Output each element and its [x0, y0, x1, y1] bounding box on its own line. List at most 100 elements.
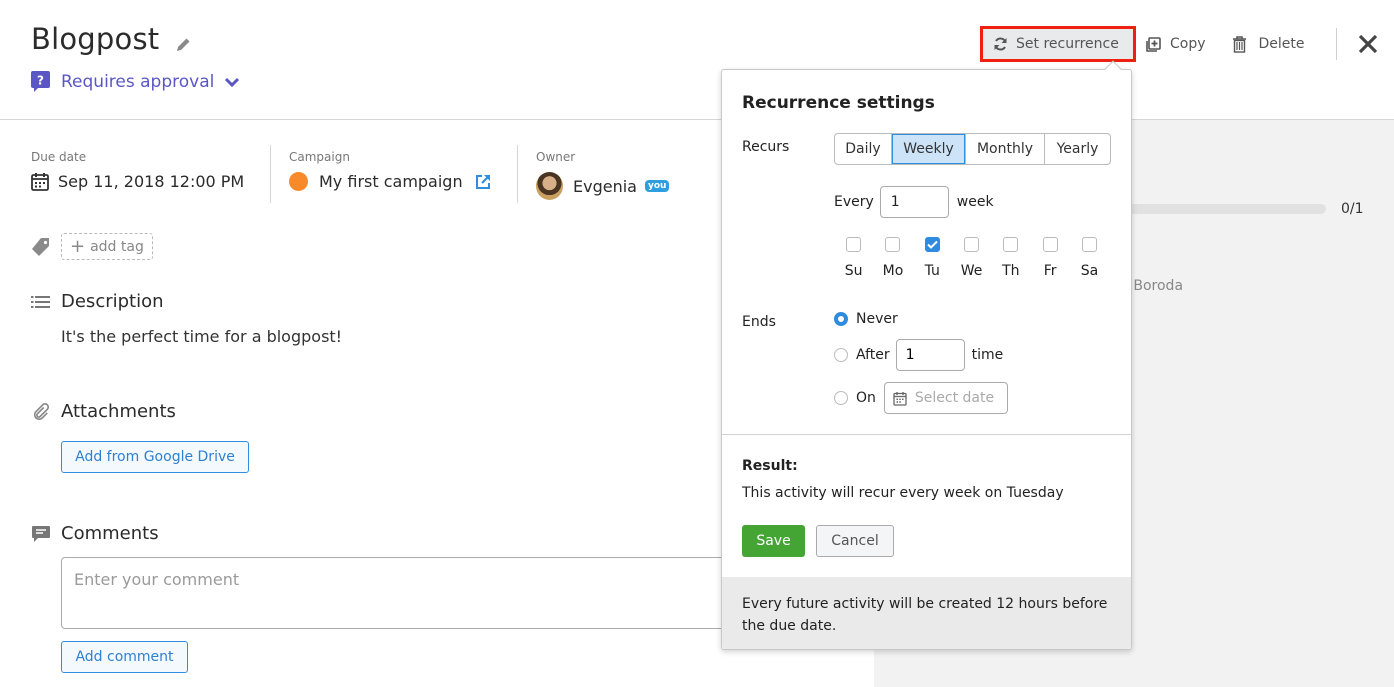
weekday-sunday: Su [834, 237, 873, 279]
refresh-icon [994, 37, 1007, 51]
weekday-label: Th [1002, 263, 1020, 279]
weekday-label: Mo [882, 263, 904, 279]
calendar-icon [893, 391, 907, 406]
weekday-friday: Fr [1030, 237, 1069, 279]
task-title[interactable]: Blogpost [31, 22, 159, 56]
frequency-daily[interactable]: Daily [835, 134, 892, 164]
recurrence-footer-note: Every future activity will be created 12… [722, 577, 1131, 649]
comment-input[interactable] [62, 570, 750, 628]
copy-icon [1146, 36, 1161, 52]
description-text[interactable]: It's the perfect time for a blogpost! [61, 327, 342, 346]
task-meta-row: Due date Sep 11, 2018 12:00 PM Campaign … [31, 145, 737, 203]
ends-never-radio[interactable] [834, 312, 848, 326]
task-toolbar: Set recurrence Copy Delete [980, 26, 1379, 62]
save-button[interactable]: Save [742, 525, 805, 557]
every-interval-row: Every week [834, 186, 994, 218]
campaign-value[interactable]: My first campaign [319, 172, 463, 191]
weekday-checkbox[interactable] [924, 237, 940, 252]
ends-after-count-input[interactable] [895, 339, 965, 371]
toolbar-divider [1335, 28, 1337, 60]
weekday-checkbox[interactable] [1081, 237, 1097, 252]
weekday-checkbox[interactable] [1042, 237, 1058, 252]
comment-input-wrapper [61, 557, 751, 629]
recurrence-settings-popover: Recurrence settings Recurs Daily Weekly … [721, 60, 1132, 650]
external-link-icon[interactable] [475, 174, 491, 190]
copy-label: Copy [1170, 36, 1206, 52]
tag-icon [32, 237, 49, 256]
ends-on-date-placeholder: Select date [914, 390, 995, 406]
checkmark-icon [927, 240, 938, 249]
weekday-checkbox[interactable] [885, 237, 901, 252]
svg-text:?: ? [37, 74, 44, 88]
attachments-heading-text: Attachments [61, 401, 176, 422]
weekday-monday: Mo [873, 237, 912, 279]
ends-on-date-picker[interactable]: Select date [883, 382, 1008, 414]
campaign-field: Campaign My first campaign [270, 145, 517, 203]
calendar-icon [31, 173, 49, 191]
frequency-yearly[interactable]: Yearly [1045, 134, 1110, 164]
every-unit: week [956, 194, 994, 210]
approval-status-label: Requires approval [61, 71, 215, 92]
weekday-label: Tu [924, 263, 940, 279]
owner-field[interactable]: Owner Evgenia you [517, 145, 737, 203]
ends-never-option[interactable]: Never [834, 311, 898, 327]
avatar [536, 172, 563, 200]
weekday-label: Sa [1080, 263, 1099, 279]
ends-label: Ends [742, 314, 776, 330]
owner-value: Evgenia [573, 176, 637, 196]
task-header: Blogpost ? Requires approval Set recurre… [0, 0, 1394, 120]
weekday-tuesday: Tu [913, 237, 952, 279]
campaign-label: Campaign [289, 150, 350, 164]
cancel-button[interactable]: Cancel [816, 525, 894, 557]
popover-divider [722, 434, 1131, 435]
ends-on-option: On Select date [834, 382, 1008, 414]
close-icon[interactable] [1357, 33, 1379, 55]
copy-button[interactable]: Copy [1142, 26, 1214, 62]
add-tag-button[interactable]: + add tag [61, 233, 153, 260]
ends-after-label: After [856, 347, 890, 363]
plus-icon: + [70, 236, 86, 257]
result-text: This activity will recur every week on T… [742, 485, 1064, 501]
weekday-wednesday: We [952, 237, 991, 279]
approval-status-dropdown[interactable]: ? Requires approval [31, 71, 240, 92]
recurrence-frequency-selector: Daily Weekly Monthly Yearly [834, 133, 1111, 165]
comment-icon [32, 525, 50, 542]
weekday-checkbox[interactable] [846, 237, 862, 252]
add-tag-label: add tag [90, 238, 144, 255]
weekday-checkbox[interactable] [964, 237, 980, 252]
frequency-monthly[interactable]: Monthly [966, 134, 1045, 164]
recurrence-title: Recurrence settings [742, 93, 935, 113]
weekday-checkbox[interactable] [1003, 237, 1019, 252]
progress-count: 0/1 [1341, 201, 1364, 217]
set-recurrence-label: Set recurrence [1016, 36, 1119, 52]
every-interval-input[interactable] [879, 186, 949, 218]
recurs-label: Recurs [742, 139, 790, 155]
result-heading: Result: [742, 458, 798, 474]
pencil-icon[interactable] [175, 37, 191, 53]
paperclip-icon [33, 402, 50, 420]
weekday-thursday: Th [991, 237, 1030, 279]
delete-button[interactable]: Delete [1232, 26, 1305, 62]
weekday-label: We [960, 263, 983, 279]
you-badge: you [644, 180, 670, 192]
description-heading-text: Description [61, 291, 164, 312]
weekday-selector: Su Mo Tu We Th Fr Sa [834, 237, 1109, 279]
campaign-color-dot [289, 172, 308, 191]
due-date-field[interactable]: Due date Sep 11, 2018 12:00 PM [31, 145, 270, 203]
weekday-saturday: Sa [1070, 237, 1109, 279]
add-comment-button[interactable]: Add comment [61, 641, 188, 673]
ends-after-unit: time [971, 347, 1004, 363]
ends-on-radio[interactable] [834, 391, 848, 405]
add-from-google-drive-button[interactable]: Add from Google Drive [61, 441, 249, 473]
delete-label: Delete [1258, 36, 1305, 52]
chevron-down-icon [225, 77, 240, 87]
set-recurrence-button[interactable]: Set recurrence [980, 26, 1136, 62]
trash-icon [1232, 35, 1246, 53]
ends-after-option: After time [834, 339, 1003, 371]
due-date-label: Due date [31, 150, 87, 164]
description-heading: Description [31, 291, 164, 312]
ends-after-radio[interactable] [834, 348, 848, 362]
ends-on-label: On [856, 390, 876, 406]
frequency-weekly[interactable]: Weekly [892, 134, 966, 164]
ends-never-label: Never [856, 311, 898, 327]
